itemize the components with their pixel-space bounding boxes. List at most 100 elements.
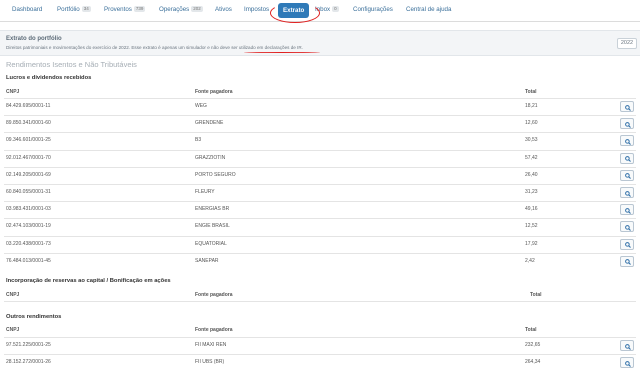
cell-total: 12,60 [525, 120, 538, 127]
column-header-cnpj: CNPJ [6, 327, 20, 333]
cell-cnpj: 03.983.431/0001-03 [6, 206, 51, 213]
details-search-button[interactable] [620, 357, 634, 368]
search-icon [624, 225, 631, 231]
column-header-total: Total [525, 89, 537, 95]
cell-cnpj: 60.840.055/0001-31 [6, 189, 51, 195]
search-icon [624, 121, 631, 128]
details-search-button[interactable] [620, 238, 634, 250]
row-divider [4, 301, 636, 302]
cell-fonte-pagadora: EQUATORIAL [195, 240, 227, 247]
top-navigation: Dashboard Portfólio 34 Proventos 739 Opera… [0, 0, 640, 22]
row-divider [4, 149, 636, 151]
search-icon [624, 104, 631, 111]
row-divider [4, 252, 636, 254]
nav-impostos[interactable]: Impostos [244, 6, 269, 13]
nav-configuracoes[interactable]: Configurações [353, 6, 393, 13]
cell-cnpj: 09.346.601/0001-25 [6, 137, 51, 144]
nav-label: Impostos [244, 6, 270, 13]
nav-label: Portfólio [57, 6, 80, 13]
details-search-button[interactable] [620, 340, 634, 351]
page-heading: Rendimentos Isentos e Não Tributáveis [6, 60, 137, 69]
red-circle-annotation [270, 3, 320, 23]
info-box: Extrato do portfólio Direitos patrimonia… [0, 30, 640, 56]
cell-fonte-pagadora: GRENDENE [195, 120, 224, 127]
row-divider [4, 201, 636, 203]
nav-label: Dashboard [12, 6, 43, 13]
search-icon [624, 156, 631, 162]
details-search-button[interactable] [620, 187, 634, 198]
row-divider [4, 235, 636, 237]
cell-total: 232,65 [525, 342, 541, 348]
details-search-button[interactable] [620, 204, 634, 216]
search-icon [624, 190, 631, 197]
cell-cnpj: 89.850.341/0001-60 [6, 120, 51, 127]
section-title-outros: Outros rendimentos [6, 314, 62, 320]
details-search-button[interactable] [620, 135, 634, 147]
cell-cnpj: 92.012.467/0001-70 [6, 154, 51, 161]
cell-cnpj: 76.484.013/0001-45 [6, 257, 51, 264]
count-badge: 739 [133, 6, 146, 12]
cell-total: 18,21 [525, 103, 538, 109]
cell-fonte-pagadora: FLEURY [195, 189, 215, 195]
cell-cnpj: 02.474.103/0001-19 [6, 223, 51, 230]
row-divider [4, 218, 636, 220]
cell-cnpj: 84.429.695/0001-11 [6, 103, 51, 109]
search-icon [624, 343, 631, 350]
column-header-total: Total [530, 292, 542, 298]
column-header-cnpj: CNPJ [6, 292, 20, 298]
details-search-button[interactable] [620, 118, 634, 130]
cell-fonte-pagadora: PORTO SEGURO [195, 171, 236, 178]
search-icon [624, 139, 631, 145]
nav-ativos[interactable]: Ativos [215, 6, 232, 13]
cell-fonte-pagadora: ENGIE BRASIL [195, 223, 230, 230]
year-selector[interactable]: 2022 [617, 38, 637, 49]
nav-label: Central de ajuda [406, 6, 452, 13]
nav-dashboard[interactable]: Dashboard [12, 6, 42, 13]
column-header-fonte: Fonte pagadora [195, 327, 233, 333]
nav-label: Configurações [353, 6, 393, 13]
nav-label: Operações [159, 6, 190, 13]
details-search-button[interactable] [620, 221, 634, 233]
cell-total: 49,16 [525, 206, 538, 213]
details-search-button[interactable] [620, 101, 634, 112]
column-header-total: Total [525, 327, 537, 333]
cell-cnpj: 97.521.225/0001-25 [6, 342, 51, 348]
cell-total: 31,23 [525, 189, 538, 195]
cell-total: 12,52 [525, 223, 538, 230]
cell-total: 264,34 [525, 359, 541, 365]
nav-label: Ativos [215, 6, 232, 13]
cell-total: 57,42 [525, 154, 538, 161]
search-icon [624, 207, 631, 214]
cell-fonte-pagadora: B3 [195, 137, 202, 144]
cell-cnpj: 28.152.272/0001-26 [6, 359, 51, 365]
nav-portfolio[interactable]: Portfólio 34 [57, 6, 91, 13]
column-header-fonte: Fonte pagadora [195, 292, 233, 298]
count-badge: 34 [81, 6, 91, 12]
nav-operacoes[interactable]: Operações 202 [159, 6, 203, 13]
cell-total: 26,40 [525, 171, 538, 178]
cell-total: 2,42 [525, 257, 535, 264]
details-search-button[interactable] [620, 169, 634, 181]
row-divider [4, 132, 636, 134]
details-search-button[interactable] [620, 152, 634, 164]
cell-fonte-pagadora: ENERGIAS BR [195, 206, 230, 213]
cell-cnpj: 02.149.205/0001-69 [6, 171, 51, 178]
column-header-fonte: Fonte pagadora [195, 89, 233, 95]
search-icon [624, 259, 631, 266]
red-underline-annotation [244, 51, 320, 53]
info-text: Direitos patrimoniais e movimentações do… [6, 45, 303, 50]
search-icon [624, 242, 631, 248]
cell-fonte-pagadora: FII MAXI REN [195, 342, 227, 348]
cell-fonte-pagadora: FII UBS (BR) [195, 359, 225, 365]
cell-total: 17,92 [525, 240, 538, 247]
count-badge: 202 [191, 6, 203, 12]
nav-central-de-ajuda[interactable]: Central de ajuda [406, 6, 451, 13]
section-title-incorporacao: Incorporação de reservas ao capital / Bo… [6, 278, 171, 284]
info-title: Extrato do portfólio [6, 36, 62, 42]
search-icon [624, 360, 631, 367]
row-divider [4, 184, 636, 185]
details-search-button[interactable] [620, 255, 634, 267]
row-divider [4, 115, 636, 117]
nav-proventos[interactable]: Proventos 739 [104, 6, 146, 13]
column-header-cnpj: CNPJ [6, 89, 20, 95]
